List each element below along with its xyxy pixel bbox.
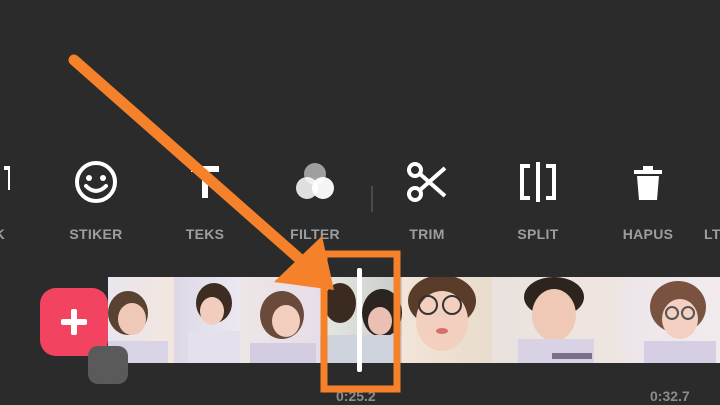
text-icon: [160, 160, 250, 204]
tool-label: HAPUS: [622, 226, 674, 242]
timeline-frame: [174, 277, 240, 363]
timeline-frame: [240, 277, 320, 363]
smiley-icon: [51, 160, 141, 204]
tool-partial-right[interactable]: LT: [700, 150, 720, 250]
tool-filter[interactable]: FILTER: [270, 150, 360, 250]
edit-toolbar: K STIKER TEKS FILTER: [0, 150, 720, 250]
bookmark-icon: [0, 160, 35, 204]
tool-label: TRIM: [409, 226, 445, 242]
tool-label: K: [0, 226, 15, 242]
video-timeline[interactable]: [108, 277, 720, 363]
tool-teks[interactable]: TEKS: [160, 150, 250, 250]
tool-partial-left[interactable]: K: [0, 150, 35, 250]
timeline-frame: [402, 277, 492, 363]
tool-label: TEKS: [185, 226, 225, 242]
tool-label: SPLIT: [517, 226, 559, 242]
current-time-label: 0:25.2: [336, 388, 376, 404]
split-icon: [493, 160, 583, 204]
timeline-frame: [622, 277, 720, 363]
tool-split[interactable]: SPLIT: [493, 150, 583, 250]
clip-settings-button[interactable]: [88, 346, 128, 384]
filter-icon: [270, 160, 360, 204]
tool-label: FILTER: [290, 226, 340, 242]
tool-stiker[interactable]: STIKER: [51, 150, 141, 250]
tool-label: LT: [704, 226, 720, 242]
tool-label: STIKER: [69, 226, 123, 242]
tool-trim[interactable]: TRIM: [382, 150, 472, 250]
tool-hapus[interactable]: HAPUS: [603, 150, 693, 250]
toolbar-divider: [371, 186, 373, 212]
timeline-playhead[interactable]: [357, 268, 362, 372]
plus-icon: [61, 309, 87, 335]
end-time-label: 0:32.7: [650, 388, 690, 404]
trash-icon: [603, 160, 693, 204]
scissors-icon: [382, 160, 472, 204]
timeline-frame: [492, 277, 622, 363]
